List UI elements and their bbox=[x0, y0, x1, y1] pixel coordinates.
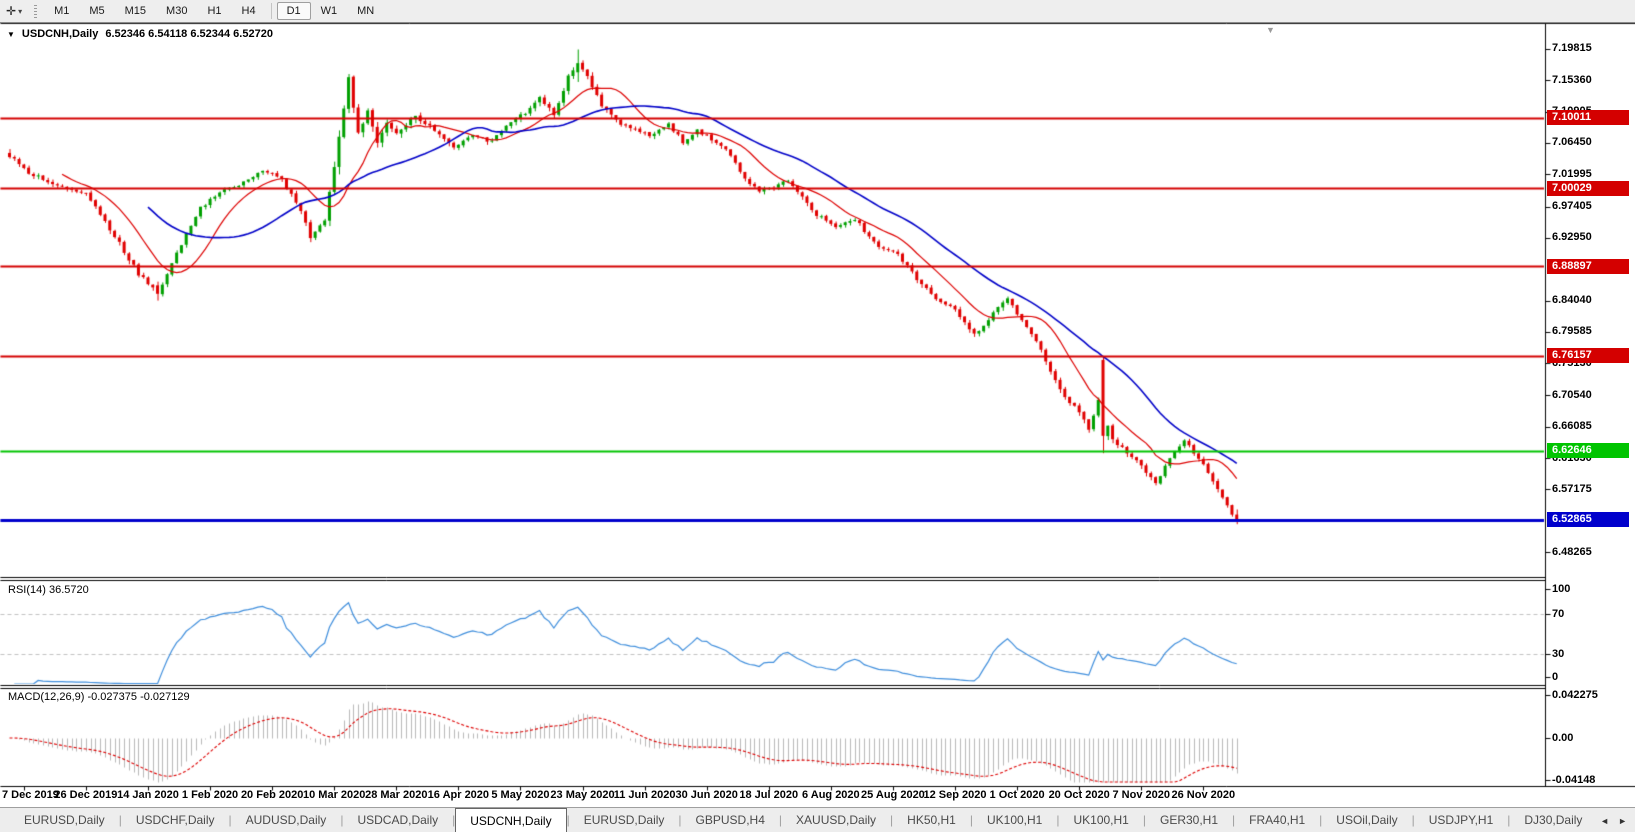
date-tick-label: 16 Apr 2020 bbox=[428, 789, 489, 801]
timeframe-button-h1[interactable]: H1 bbox=[197, 2, 231, 20]
chart-tab-eurusd-daily[interactable]: EURUSD,Daily bbox=[10, 808, 119, 832]
price-tick-label: 6.70540 bbox=[1552, 389, 1592, 401]
macd-tick-label: -0.04148 bbox=[1552, 774, 1595, 786]
date-tick-label: 20 Feb 2020 bbox=[241, 789, 303, 801]
price-tick-label: 7.06450 bbox=[1552, 136, 1592, 148]
macd-tick-label: 0.042275 bbox=[1552, 689, 1598, 701]
chart-tab-fra40-h1[interactable]: FRA40,H1 bbox=[1235, 808, 1319, 832]
toolbar: ✛ ▾ M1M5M15M30H1H4 D1W1MN bbox=[0, 0, 1635, 23]
timeframe-button-h4[interactable]: H4 bbox=[232, 2, 266, 20]
chart-tab-ger30-h1[interactable]: GER30,H1 bbox=[1146, 808, 1232, 832]
chart-tab-xauusd-daily[interactable]: XAUUSD,Daily bbox=[782, 808, 890, 832]
timeframe-button-mn[interactable]: MN bbox=[347, 2, 384, 20]
date-tick-label: 30 Jun 2020 bbox=[675, 789, 737, 801]
chart-tab-eurusd-daily[interactable]: EURUSD,Daily bbox=[570, 808, 679, 832]
chart-tab-hk50-h1[interactable]: HK50,H1 bbox=[893, 808, 970, 832]
chart-title: ▼ USDCNH,Daily 6.52346 6.54118 6.52344 6… bbox=[7, 28, 273, 40]
price-tick-label: 6.66085 bbox=[1552, 420, 1592, 432]
macd-tick-label: 0.00 bbox=[1552, 732, 1573, 744]
date-tick-label: 1 Oct 2020 bbox=[990, 789, 1045, 801]
price-level-tag: 6.88897 bbox=[1547, 259, 1629, 274]
date-tick-label: 28 Mar 2020 bbox=[365, 789, 427, 801]
date-tick-label: 7 Dec 2019 bbox=[2, 789, 59, 801]
rsi-indicator-label: RSI(14) 36.5720 bbox=[8, 584, 89, 596]
timeframe-button-m1[interactable]: M1 bbox=[44, 2, 79, 20]
timeframe-button-group: M1M5M15M30H1H4 D1W1MN bbox=[44, 0, 384, 22]
timeframe-button-m15[interactable]: M15 bbox=[115, 2, 156, 20]
crosshair-tool-icon[interactable]: ✛ bbox=[6, 4, 16, 18]
price-tick-label: 7.15360 bbox=[1552, 74, 1592, 86]
price-tick-label: 6.84040 bbox=[1552, 294, 1592, 306]
date-tick-label: 25 Aug 2020 bbox=[861, 789, 925, 801]
price-level-tag: 7.00029 bbox=[1547, 181, 1629, 196]
date-tick-label: 10 Mar 2020 bbox=[303, 789, 365, 801]
rsi-tick-label: 0 bbox=[1552, 671, 1558, 683]
chart-tab-usdjpy-h1[interactable]: USDJPY,H1 bbox=[1415, 808, 1507, 832]
chart-tab-uk100-h1[interactable]: UK100,H1 bbox=[973, 808, 1056, 832]
timeframe-button-m5[interactable]: M5 bbox=[79, 2, 114, 20]
rsi-tick-label: 100 bbox=[1552, 583, 1570, 595]
chart-shift-marker-icon[interactable]: ▼ bbox=[1266, 25, 1275, 35]
collapse-arrow-icon[interactable]: ▼ bbox=[7, 30, 15, 39]
date-tick-label: 20 Oct 2020 bbox=[1049, 789, 1110, 801]
price-tick-label: 6.92950 bbox=[1552, 231, 1592, 243]
date-tick-label: 12 Sep 2020 bbox=[923, 789, 986, 801]
chart-tab-dj30-daily[interactable]: DJ30,Daily bbox=[1510, 808, 1596, 832]
timeframe-button-w1[interactable]: W1 bbox=[311, 2, 348, 20]
date-tick-label: 26 Dec 2019 bbox=[54, 789, 117, 801]
price-tick-label: 7.19815 bbox=[1552, 42, 1592, 54]
chart-tab-gbpusd-h4[interactable]: GBPUSD,H4 bbox=[682, 808, 779, 832]
tab-scroll-arrows: ◄ ► bbox=[1594, 809, 1635, 832]
timeframe-button-d1[interactable]: D1 bbox=[277, 2, 311, 20]
chart-tab-bar: EURUSD,Daily|USDCHF,Daily|AUDUSD,Daily|U… bbox=[0, 807, 1635, 832]
date-tick-label: 6 Aug 2020 bbox=[802, 789, 860, 801]
date-tick-label: 1 Feb 2020 bbox=[182, 789, 238, 801]
tool-dropdown-arrow-icon[interactable]: ▾ bbox=[18, 7, 22, 16]
price-tick-label: 6.57175 bbox=[1552, 483, 1592, 495]
timeframe-button-m30[interactable]: M30 bbox=[156, 2, 197, 20]
price-level-tag: 7.10011 bbox=[1547, 110, 1629, 125]
chart-symbol-title: USDCNH,Daily bbox=[22, 28, 98, 40]
tabs-scroll-right-icon[interactable]: ► bbox=[1618, 816, 1627, 826]
chart-tabs: EURUSD,Daily|USDCHF,Daily|AUDUSD,Daily|U… bbox=[10, 808, 1635, 832]
chart-tab-usdcnh-daily[interactable]: USDCNH,Daily bbox=[455, 808, 566, 832]
price-tick-label: 6.79585 bbox=[1552, 325, 1592, 337]
price-level-tag: 6.76157 bbox=[1547, 348, 1629, 363]
price-level-tag: 6.52865 bbox=[1547, 512, 1629, 527]
chart-tab-usdchf-daily[interactable]: USDCHF,Daily bbox=[122, 808, 229, 832]
toolbar-divider bbox=[271, 3, 272, 19]
price-tick-label: 7.01995 bbox=[1552, 168, 1592, 180]
price-tick-label: 6.48265 bbox=[1552, 546, 1592, 558]
price-level-tag: 6.62646 bbox=[1547, 443, 1629, 458]
date-tick-label: 7 Nov 2020 bbox=[1112, 789, 1169, 801]
chart-tab-uk100-h1[interactable]: UK100,H1 bbox=[1059, 808, 1142, 832]
price-tick-label: 6.97405 bbox=[1552, 200, 1592, 212]
chart-canvas[interactable] bbox=[0, 0, 1635, 832]
date-tick-label: 14 Jan 2020 bbox=[117, 789, 179, 801]
macd-indicator-label: MACD(12,26,9) -0.027375 -0.027129 bbox=[8, 691, 190, 703]
date-tick-label: 11 Jun 2020 bbox=[614, 789, 676, 801]
tabs-scroll-left-icon[interactable]: ◄ bbox=[1600, 816, 1609, 826]
toolbar-grip bbox=[34, 5, 37, 18]
date-tick-label: 5 May 2020 bbox=[491, 789, 549, 801]
date-tick-label: 23 May 2020 bbox=[550, 789, 614, 801]
chart-tab-usoil-daily[interactable]: USOil,Daily bbox=[1322, 808, 1411, 832]
date-tick-label: 26 Nov 2020 bbox=[1171, 789, 1235, 801]
date-tick-label: 18 Jul 2020 bbox=[739, 789, 798, 801]
rsi-tick-label: 70 bbox=[1552, 608, 1564, 620]
chart-ohlc-values: 6.52346 6.54118 6.52344 6.52720 bbox=[105, 28, 273, 40]
chart-tab-audusd-daily[interactable]: AUDUSD,Daily bbox=[232, 808, 341, 832]
chart-tab-usdcad-daily[interactable]: USDCAD,Daily bbox=[343, 808, 452, 832]
rsi-tick-label: 30 bbox=[1552, 648, 1564, 660]
